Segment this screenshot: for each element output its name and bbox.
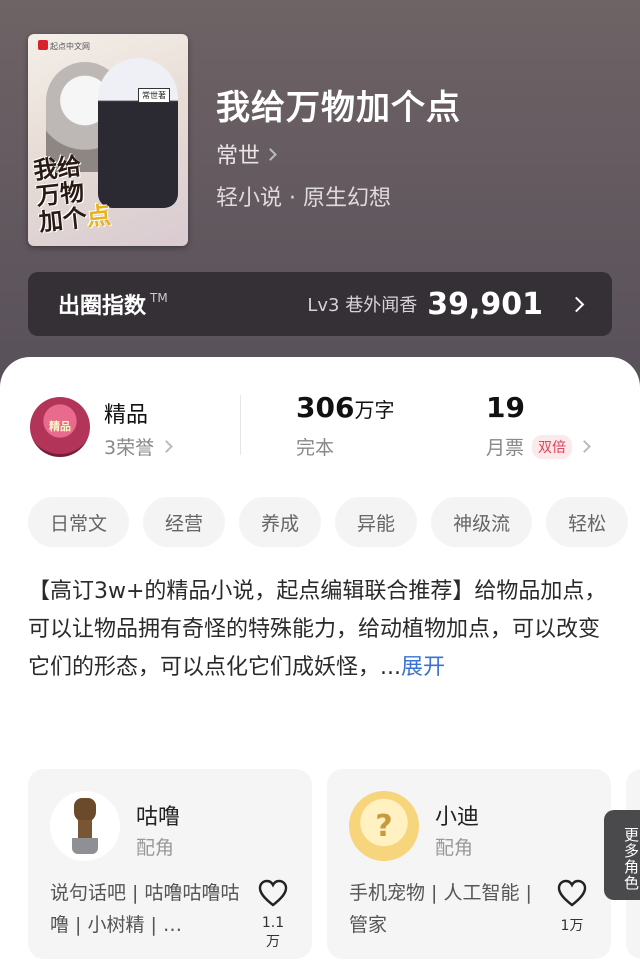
monthly-ticket-count: 19 [486, 391, 525, 424]
like-count: 1.1万 [261, 915, 285, 950]
index-label: 出圈指数 [58, 294, 147, 319]
tag-chip[interactable]: 养成 [239, 497, 322, 547]
monthly-ticket-link[interactable]: 月票 双倍 [486, 433, 591, 460]
book-cover[interactable]: 起点中文网 常世著 我给 万物 加个点 [28, 34, 188, 246]
double-ticket-badge: 双倍 [532, 434, 573, 459]
cover-title: 我给 万物 加个点 [32, 146, 150, 237]
tag-chip[interactable]: 神级流 [431, 497, 533, 547]
character-card[interactable]: 咕噜 配角 说句话吧 | 咕噜咕噜咕噜 | 小树精 | … 1.1万 [28, 769, 312, 959]
tag-chip[interactable]: 轻松 [546, 497, 629, 547]
groot-avatar-icon [50, 791, 120, 861]
like-count: 1万 [560, 918, 584, 934]
tag-chip[interactable]: 异能 [335, 497, 418, 547]
index-value: 39,901 [427, 286, 543, 322]
chevron-right-icon [264, 147, 277, 161]
publisher-logo-icon [38, 40, 48, 50]
unknown-avatar-icon: ? [349, 791, 419, 861]
character-role: 配角 [435, 837, 474, 859]
book-description: 【高订3w+的精品小说，起点编辑联合推荐】给物品加点，可以让物品拥有奇怪的特殊能… [28, 573, 612, 687]
detail-sheet: 精品 精品 3荣誉 306万字 完本 19 月票 双倍 日常文 经营 养成 异能… [0, 357, 640, 967]
tag-chip[interactable]: 日常文 [28, 497, 130, 547]
publisher-label: 起点中文网 [50, 42, 90, 51]
heart-icon [258, 879, 288, 907]
stats-divider [240, 395, 241, 455]
tag-list: 日常文 经营 养成 异能 神级流 轻松 [28, 497, 629, 547]
heart-icon [557, 879, 587, 907]
character-tags: 说句话吧 | 咕噜咕噜咕噜 | 小树精 | … [50, 882, 240, 936]
popularity-index-bar[interactable]: 出圈指数 TM Lv3 巷外闻香 39,901 [28, 272, 612, 336]
author-name: 常世 [216, 144, 261, 169]
chevron-right-icon [160, 440, 173, 453]
character-card[interactable]: ? 小迪 配角 手机宠物 | 人工智能 | 管家 1万 [327, 769, 611, 959]
honors-count: 3荣誉 [104, 437, 155, 459]
character-name: 小迪 [435, 805, 480, 830]
chevron-right-icon [578, 440, 591, 453]
trademark-mark: TM [150, 291, 168, 305]
character-tags: 手机宠物 | 人工智能 | 管家 [349, 882, 532, 936]
completion-status: 完本 [296, 437, 335, 459]
book-stats: 精品 精品 3荣誉 306万字 完本 19 月票 双倍 [0, 387, 640, 477]
more-characters-button[interactable]: 更多角色 [604, 810, 640, 900]
chevron-right-icon [568, 296, 585, 312]
honors-link[interactable]: 3荣誉 [104, 433, 173, 460]
description-text: 【高订3w+的精品小说，起点编辑联合推荐】给物品加点，可以让物品拥有奇怪的特殊能… [28, 579, 607, 680]
expand-link[interactable]: 展开 [401, 655, 445, 680]
monthly-ticket-label: 月票 [486, 437, 525, 459]
book-title: 我给万物加个点 [216, 88, 461, 128]
quality-badge-icon: 精品 [30, 397, 90, 457]
like-button[interactable]: 1.1万 [256, 879, 290, 951]
index-level: Lv3 巷外闻香 [307, 295, 418, 316]
cover-author-tag: 常世著 [138, 88, 170, 103]
quality-title: 精品 [104, 403, 149, 428]
author-link[interactable]: 常世 [216, 138, 277, 170]
tag-chip[interactable]: 经营 [143, 497, 226, 547]
word-count: 306万字 [296, 391, 395, 424]
like-button[interactable]: 1万 [555, 879, 589, 935]
book-header: 起点中文网 常世著 我给 万物 加个点 我给万物加个点 常世 轻小说 · 原生幻… [0, 0, 640, 400]
character-role: 配角 [136, 837, 175, 859]
character-name: 咕噜 [136, 805, 181, 830]
book-genre: 轻小说 · 原生幻想 [216, 186, 391, 211]
